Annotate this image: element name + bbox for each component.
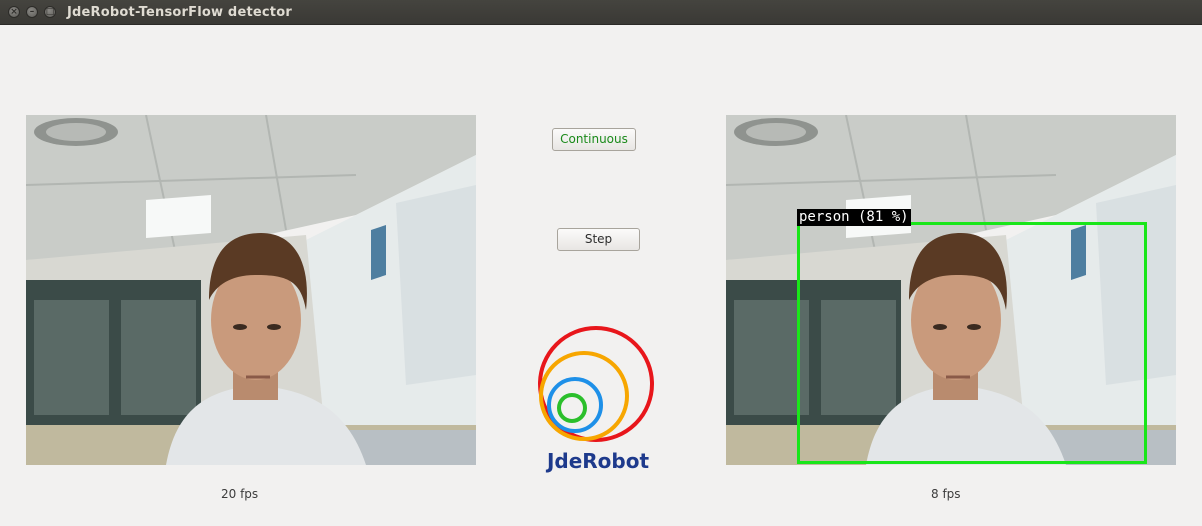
jderobot-logo: JdeRobot <box>538 326 654 473</box>
maximize-window-button[interactable]: □ <box>44 6 56 18</box>
title-bar[interactable]: × – □ JdeRobot-TensorFlow detector <box>0 0 1202 25</box>
window-title: JdeRobot-TensorFlow detector <box>67 5 292 20</box>
detection-bounding-box <box>797 222 1147 464</box>
input-camera-view <box>26 115 476 465</box>
maximize-icon: □ <box>45 7 55 17</box>
output-camera-view: person (81 %) <box>726 115 1176 465</box>
close-window-button[interactable]: × <box>8 6 20 18</box>
input-fps-label: 20 fps <box>221 487 259 501</box>
detection-label: person (81 %) <box>797 209 911 226</box>
step-button[interactable]: Step <box>557 228 640 251</box>
logo-text: JdeRobot <box>545 449 650 473</box>
continuous-button[interactable]: Continuous <box>552 128 636 151</box>
app-window: × – □ JdeRobot-TensorFlow detector 20 fp… <box>0 0 1202 526</box>
close-icon: × <box>10 7 18 17</box>
minimize-window-button[interactable]: – <box>26 6 38 18</box>
minimize-icon: – <box>29 7 35 17</box>
camera-image <box>26 115 476 465</box>
output-fps-label: 8 fps <box>931 487 961 501</box>
